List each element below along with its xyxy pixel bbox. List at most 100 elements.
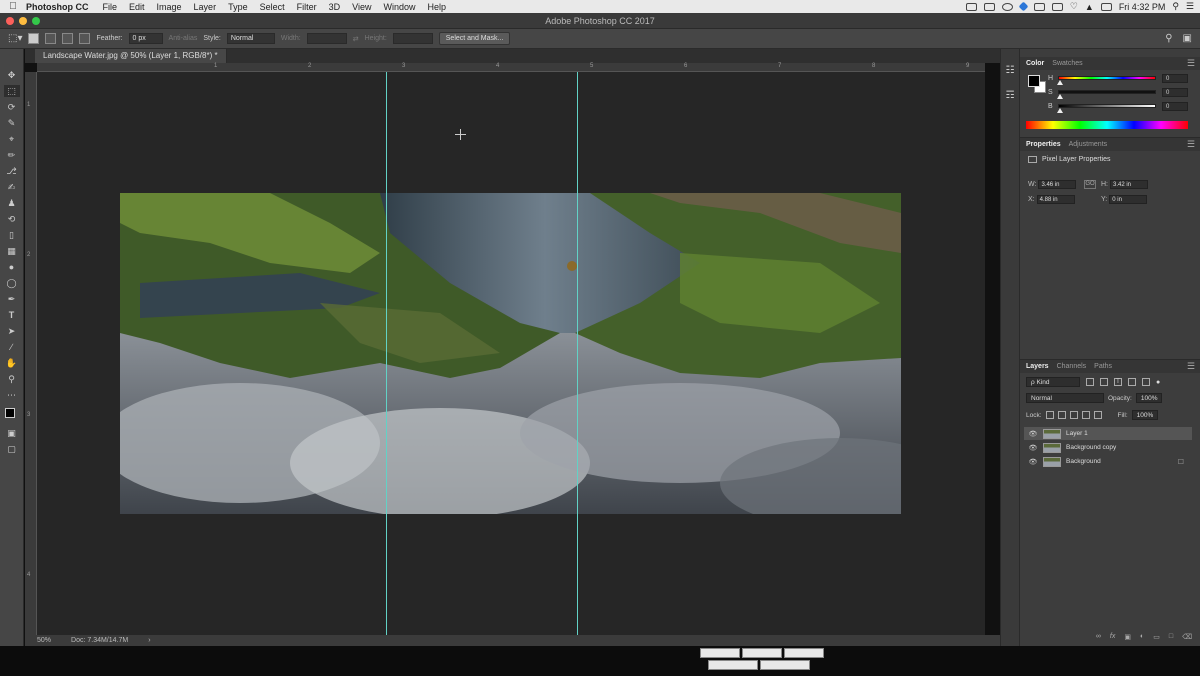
rectangular-marquee-tool-icon[interactable]: ⬚ [3, 85, 20, 97]
apple-menu-icon[interactable]:  [0, 1, 26, 12]
intersect-selection-icon[interactable] [79, 33, 91, 44]
height-input[interactable]: 3.42 in [1110, 180, 1148, 189]
tab-channels[interactable]: Channels [1057, 363, 1087, 370]
tab-paths[interactable]: Paths [1094, 363, 1112, 370]
path-selection-tool-icon[interactable]: ➤ [4, 325, 20, 337]
adjustment-icon[interactable]: ◐ [1140, 633, 1144, 643]
quick-selection-tool-icon[interactable]: ✎ [4, 117, 20, 129]
document-tab[interactable]: Landscape Water.jpg @ 50% (Layer 1, RGB/… [35, 49, 227, 63]
layer-name[interactable]: Background [1066, 458, 1101, 465]
lock-artboard-icon[interactable] [1081, 411, 1090, 419]
mask-icon[interactable]: ▣ [1124, 633, 1131, 643]
menu-image[interactable]: Image [157, 2, 182, 12]
visibility-eye-icon[interactable]: 👁 [1028, 458, 1038, 466]
menu-filter[interactable]: Filter [297, 2, 317, 12]
trash-icon[interactable]: ⌫ [1182, 633, 1192, 643]
document-canvas[interactable] [37, 72, 985, 635]
add-selection-icon[interactable] [45, 33, 57, 44]
width-input[interactable] [306, 33, 347, 44]
hue-input[interactable]: 0 [1162, 73, 1188, 83]
menu-3d[interactable]: 3D [329, 2, 341, 12]
lock-position-icon[interactable] [1069, 411, 1078, 419]
width-input[interactable]: 3.46 in [1038, 180, 1077, 189]
search-icon[interactable]: ⚲ [1165, 33, 1172, 44]
crop-tool-icon[interactable]: ⌖ [4, 133, 20, 145]
tab-properties[interactable]: Properties [1026, 141, 1061, 148]
dodge-tool-icon[interactable]: ◯ [4, 277, 20, 289]
gradient-tool-icon[interactable]: ▦ [4, 245, 20, 257]
history-icon[interactable]: ☷ [1006, 65, 1015, 76]
folder-icon[interactable]: ▭ [1153, 633, 1160, 643]
vertical-guide[interactable] [577, 72, 578, 635]
lock-transparency-icon[interactable] [1045, 411, 1054, 419]
layer-name[interactable]: Layer 1 [1066, 430, 1088, 437]
move-tool-icon[interactable]: ✥ [4, 69, 20, 81]
tab-adjustments[interactable]: Adjustments [1069, 141, 1108, 148]
filter-toggle-icon[interactable]: ● [1156, 379, 1160, 386]
vertical-ruler[interactable]: 1 2 3 4 [25, 72, 37, 635]
clone-stamp-tool-icon[interactable]: ♟ [4, 197, 20, 209]
new-selection-icon[interactable] [28, 33, 40, 44]
swap-icon[interactable]: ⇄ [353, 35, 359, 43]
opacity-input[interactable]: 100% [1135, 393, 1162, 403]
brightness-input[interactable]: 0 [1162, 101, 1188, 111]
search-icon[interactable]: ⚲ [1172, 1, 1179, 12]
marquee-tool-preset-icon[interactable]: ⬚▾ [8, 33, 22, 44]
foreground-color-swatch[interactable] [4, 408, 15, 418]
fx-icon[interactable]: fx [1110, 633, 1115, 643]
menu-type[interactable]: Type [228, 2, 248, 12]
antialias-checkbox[interactable]: Anti-alias [169, 35, 198, 42]
filter-smartobject-icon[interactable] [1142, 378, 1150, 386]
visibility-eye-icon[interactable]: 👁 [1028, 430, 1038, 438]
lasso-tool-icon[interactable]: ⟳ [4, 101, 20, 113]
airplay-icon[interactable] [1051, 2, 1063, 11]
saturation-slider[interactable] [1057, 90, 1156, 99]
sync-icon[interactable] [1001, 2, 1013, 11]
brightness-slider[interactable] [1057, 104, 1156, 113]
zoom-tool-icon[interactable]: ⚲ [4, 373, 20, 385]
display-icon[interactable] [1033, 2, 1045, 11]
filter-type-icon[interactable]: T [1114, 378, 1122, 386]
color-spectrum-ramp[interactable] [1026, 121, 1188, 129]
tab-swatches[interactable]: Swatches [1052, 60, 1082, 67]
tab-layers[interactable]: Layers [1026, 363, 1049, 370]
blur-tool-icon[interactable]: ● [4, 261, 20, 273]
height-input[interactable] [392, 33, 433, 44]
saturation-input[interactable]: 0 [1162, 87, 1188, 97]
filter-pixel-icon[interactable] [1086, 378, 1094, 386]
panel-menu-icon[interactable]: ☰ [1187, 361, 1195, 372]
color-fg-bg-swatch[interactable] [1028, 75, 1048, 95]
lock-image-icon[interactable] [1057, 411, 1066, 419]
pen-tool-icon[interactable]: ✒ [4, 293, 20, 305]
layer-row[interactable]: 👁 Background copy [1024, 441, 1192, 454]
type-tool-icon[interactable]: T [4, 309, 20, 321]
menu-help[interactable]: Help [427, 2, 446, 12]
menu-layer[interactable]: Layer [194, 2, 217, 12]
visibility-eye-icon[interactable]: 👁 [1028, 444, 1038, 452]
foreground-background-swatch[interactable] [4, 407, 20, 423]
link-icon[interactable]: ∞ [1096, 633, 1101, 643]
dropbox-icon[interactable] [1018, 1, 1029, 12]
subtract-selection-icon[interactable] [62, 33, 74, 44]
menu-window[interactable]: Window [383, 2, 415, 12]
landscape-image[interactable] [120, 193, 901, 514]
filter-kind-select[interactable]: ρ Kind [1026, 377, 1080, 387]
filter-shape-icon[interactable] [1128, 378, 1136, 386]
filter-adjustment-icon[interactable] [1100, 378, 1108, 386]
select-and-mask-button[interactable]: Select and Mask... [438, 32, 511, 45]
blend-mode-select[interactable]: Normal [1026, 393, 1104, 403]
menu-select[interactable]: Select [260, 2, 285, 12]
lock-all-icon[interactable] [1093, 411, 1102, 419]
menu-view[interactable]: View [352, 2, 371, 12]
volume-icon[interactable]: ▲ [1085, 2, 1094, 12]
vertical-guide[interactable] [386, 72, 387, 635]
link-dimensions-icon[interactable]: GO [1084, 180, 1096, 189]
panel-menu-icon[interactable]: ☰ [1187, 139, 1195, 150]
fill-input[interactable]: 100% [1131, 410, 1158, 420]
camera-icon[interactable] [983, 2, 995, 11]
workspace-icon[interactable]: ▣ [1183, 33, 1192, 44]
layer-row[interactable]: 👁 Layer 1 [1024, 427, 1192, 440]
more-tools-icon[interactable]: ⋯ [4, 389, 20, 401]
zoom-level[interactable]: 50% [37, 637, 51, 644]
wifi-icon[interactable]: ♡ [1070, 1, 1078, 12]
